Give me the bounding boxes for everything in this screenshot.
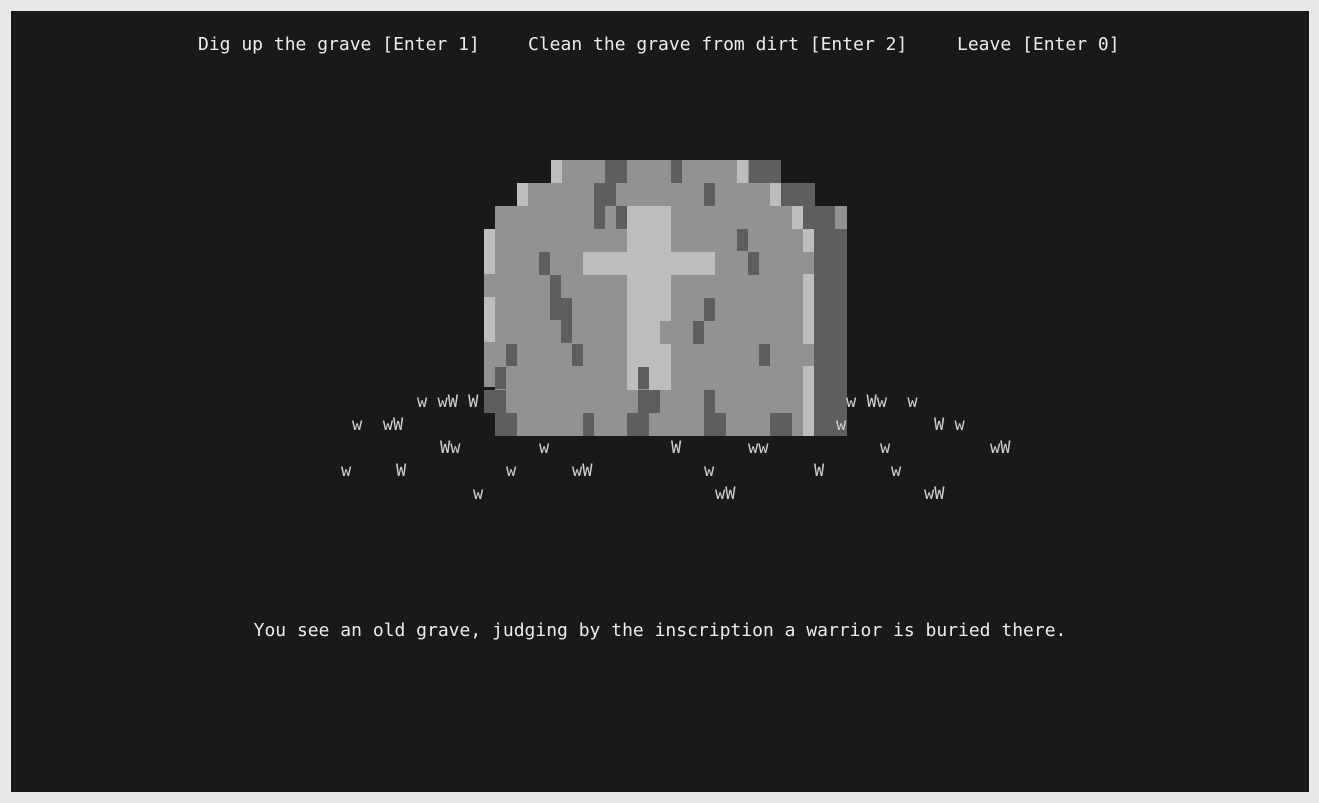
grass-tuft: w Ww w	[846, 392, 918, 412]
grass-tuft: Ww	[440, 438, 461, 458]
grass-tuft: W	[671, 438, 682, 458]
grass-tuft: wW	[924, 484, 945, 504]
grass-tuft: w	[891, 461, 902, 481]
game-screen: Dig up the grave [Enter 1] Clean the gra…	[11, 11, 1309, 792]
grass-tuft: w	[539, 438, 550, 458]
gravestone-image	[484, 160, 847, 436]
grass-tuft: w	[341, 461, 352, 481]
grass-tuft: w	[506, 461, 517, 481]
grass-tuft: w	[836, 415, 847, 435]
grass-tuft: wW	[990, 438, 1011, 458]
grass-tuft: wW	[572, 461, 593, 481]
grass-tuft: ww	[748, 438, 769, 458]
grass-tuft: wW	[715, 484, 736, 504]
grass-tuft: w	[704, 461, 715, 481]
grass-tuft: w	[473, 484, 484, 504]
grass-tuft: W w	[934, 415, 965, 435]
grass-tuft: w	[880, 438, 891, 458]
grass-tuft: w wW	[352, 415, 404, 435]
grass-tuft: w wW W	[417, 392, 479, 412]
grass-tuft: W	[396, 461, 407, 481]
narration-text: You see an old grave, judging by the ins…	[253, 620, 1067, 641]
grass-tuft: W	[814, 461, 825, 481]
